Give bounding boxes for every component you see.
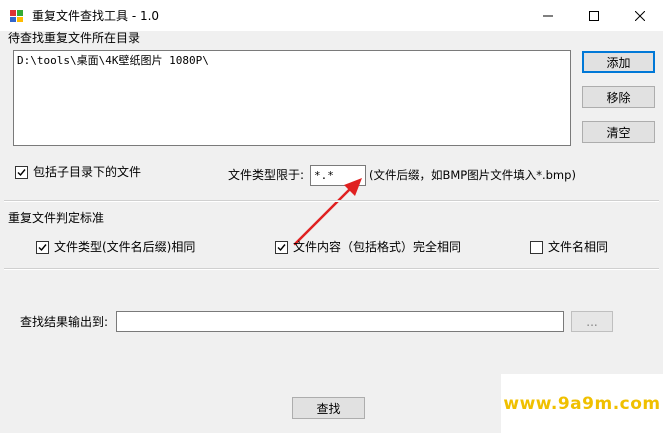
criteria-content-checkbox[interactable] — [275, 241, 288, 254]
criteria-extension-label: 文件类型(文件名后缀)相同 — [54, 240, 196, 254]
criteria-content-label: 文件内容（包括格式）完全相同 — [293, 240, 462, 254]
include-subdirs-label: 包括子目录下的文件 — [33, 165, 142, 179]
title-bar: 重复文件查找工具 - 1.0 — [0, 0, 663, 31]
section-divider — [4, 200, 659, 202]
clear-button[interactable]: 清空 — [582, 121, 655, 143]
close-button[interactable] — [617, 0, 663, 31]
section-divider — [4, 268, 659, 270]
minimize-icon — [543, 15, 553, 16]
browse-button[interactable]: ... — [571, 311, 613, 332]
output-path-input[interactable] — [116, 311, 564, 332]
add-button[interactable]: 添加 — [582, 51, 655, 73]
remove-button[interactable]: 移除 — [582, 86, 655, 108]
watermark: www.9a9m.com — [501, 374, 663, 433]
criteria-extension-checkbox[interactable] — [36, 241, 49, 254]
criteria-section-label: 重复文件判定标准 — [8, 211, 105, 225]
annotation-arrow-icon — [293, 178, 362, 246]
close-icon — [635, 10, 645, 21]
minimize-button[interactable] — [525, 0, 571, 31]
app-icon — [9, 8, 25, 24]
checkmark-icon — [38, 244, 47, 252]
checkmark-icon — [17, 169, 26, 177]
maximize-icon — [589, 10, 599, 21]
output-label: 查找结果输出到: — [20, 315, 109, 329]
file-type-hint: (文件后缀，如BMP图片文件填入*.bmp) — [369, 168, 576, 182]
criteria-filename-label: 文件名相同 — [548, 240, 609, 254]
directory-list[interactable]: D:\tools\桌面\4K壁纸图片 1080P\ — [13, 50, 571, 146]
directory-list-item[interactable]: D:\tools\桌面\4K壁纸图片 1080P\ — [17, 54, 209, 67]
directory-section-label: 待查找重复文件所在目录 — [8, 31, 141, 45]
checkmark-icon — [277, 244, 286, 252]
include-subdirs-checkbox[interactable] — [15, 166, 28, 179]
maximize-button[interactable] — [571, 0, 617, 31]
window-title: 重复文件查找工具 - 1.0 — [32, 9, 160, 23]
criteria-filename-checkbox[interactable] — [530, 241, 543, 254]
search-button[interactable]: 查找 — [292, 397, 365, 419]
